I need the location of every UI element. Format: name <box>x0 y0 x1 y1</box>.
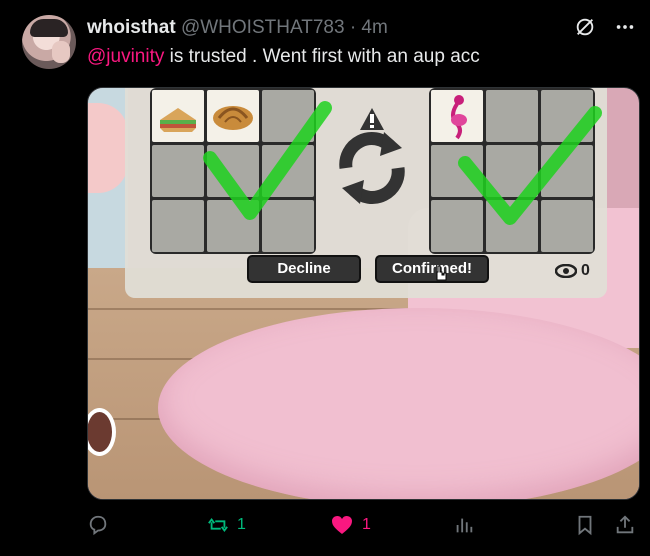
confirmed-button[interactable]: Confirmed! <box>375 255 489 283</box>
croissant-icon <box>213 106 253 130</box>
offer-slot[interactable] <box>152 200 204 252</box>
heart-icon <box>332 516 352 534</box>
reply-icon <box>89 515 107 536</box>
avatar-hair <box>30 19 68 37</box>
user-handle[interactable]: @WHOISTHAT783 <box>181 17 345 38</box>
offer-slot[interactable] <box>262 145 314 197</box>
their-offer-grid <box>429 88 595 254</box>
mention-link[interactable]: @juvinity <box>87 46 164 67</box>
like-action[interactable]: 1 <box>330 514 371 536</box>
grok-icon[interactable] <box>574 16 596 43</box>
offer-slot[interactable] <box>541 145 593 197</box>
views-icon <box>456 518 473 533</box>
tweet-actions: 1 1 <box>87 514 638 544</box>
offer-slot[interactable] <box>262 200 314 252</box>
tweet-media[interactable]: Decline Confirmed! 0 <box>87 87 640 500</box>
repost-count: 1 <box>237 516 246 533</box>
offer-slot[interactable] <box>431 90 483 142</box>
avatar[interactable] <box>22 15 76 69</box>
share-icon <box>616 515 634 534</box>
repost-icon <box>208 517 228 533</box>
offer-slot[interactable] <box>431 200 483 252</box>
cursor-icon <box>436 265 447 281</box>
offer-slot[interactable] <box>541 200 593 252</box>
sandwich-icon <box>160 108 196 132</box>
tweet-body: is trusted . Went first with an aup acc <box>164 46 480 67</box>
more-options-icon[interactable] <box>614 16 636 43</box>
offer-slot[interactable] <box>486 145 538 197</box>
offer-slot[interactable] <box>152 145 204 197</box>
watchers-value: 0 <box>581 262 590 279</box>
bookmark-icon <box>578 515 592 536</box>
like-count: 1 <box>362 516 371 533</box>
offer-slot[interactable] <box>207 145 259 197</box>
reply-action[interactable] <box>87 514 117 536</box>
eye-icon <box>555 264 577 278</box>
watchers-count: 0 <box>555 262 590 280</box>
my-offer-grid <box>150 88 316 254</box>
views-action[interactable] <box>453 514 483 536</box>
timestamp[interactable]: 4m <box>361 17 387 38</box>
plush-toy <box>88 103 128 193</box>
decline-button[interactable]: Decline <box>247 255 361 283</box>
offer-slot[interactable] <box>486 200 538 252</box>
offer-slot[interactable] <box>486 90 538 142</box>
offer-slot[interactable] <box>152 90 204 142</box>
offer-slot[interactable] <box>207 200 259 252</box>
header-icons <box>574 16 636 43</box>
tweet-header: whoisthat @WHOISTHAT783 · 4m <box>87 17 388 39</box>
repost-action[interactable]: 1 <box>207 514 246 536</box>
avatar-hand <box>52 41 70 63</box>
trade-window: Decline Confirmed! 0 <box>125 88 607 298</box>
offer-slot[interactable] <box>262 90 314 142</box>
offer-slot[interactable] <box>541 90 593 142</box>
display-name[interactable]: whoisthat <box>87 17 176 38</box>
bookmark-action[interactable] <box>574 514 596 536</box>
flamingo-icon <box>451 95 467 140</box>
offer-slot[interactable] <box>207 90 259 142</box>
swap-arrows-icon <box>339 108 405 204</box>
offer-slot[interactable] <box>431 145 483 197</box>
share-action[interactable] <box>614 514 636 536</box>
separator-dot: · <box>349 17 357 38</box>
tweet-text: @juvinity is trusted . Went first with a… <box>87 46 480 68</box>
